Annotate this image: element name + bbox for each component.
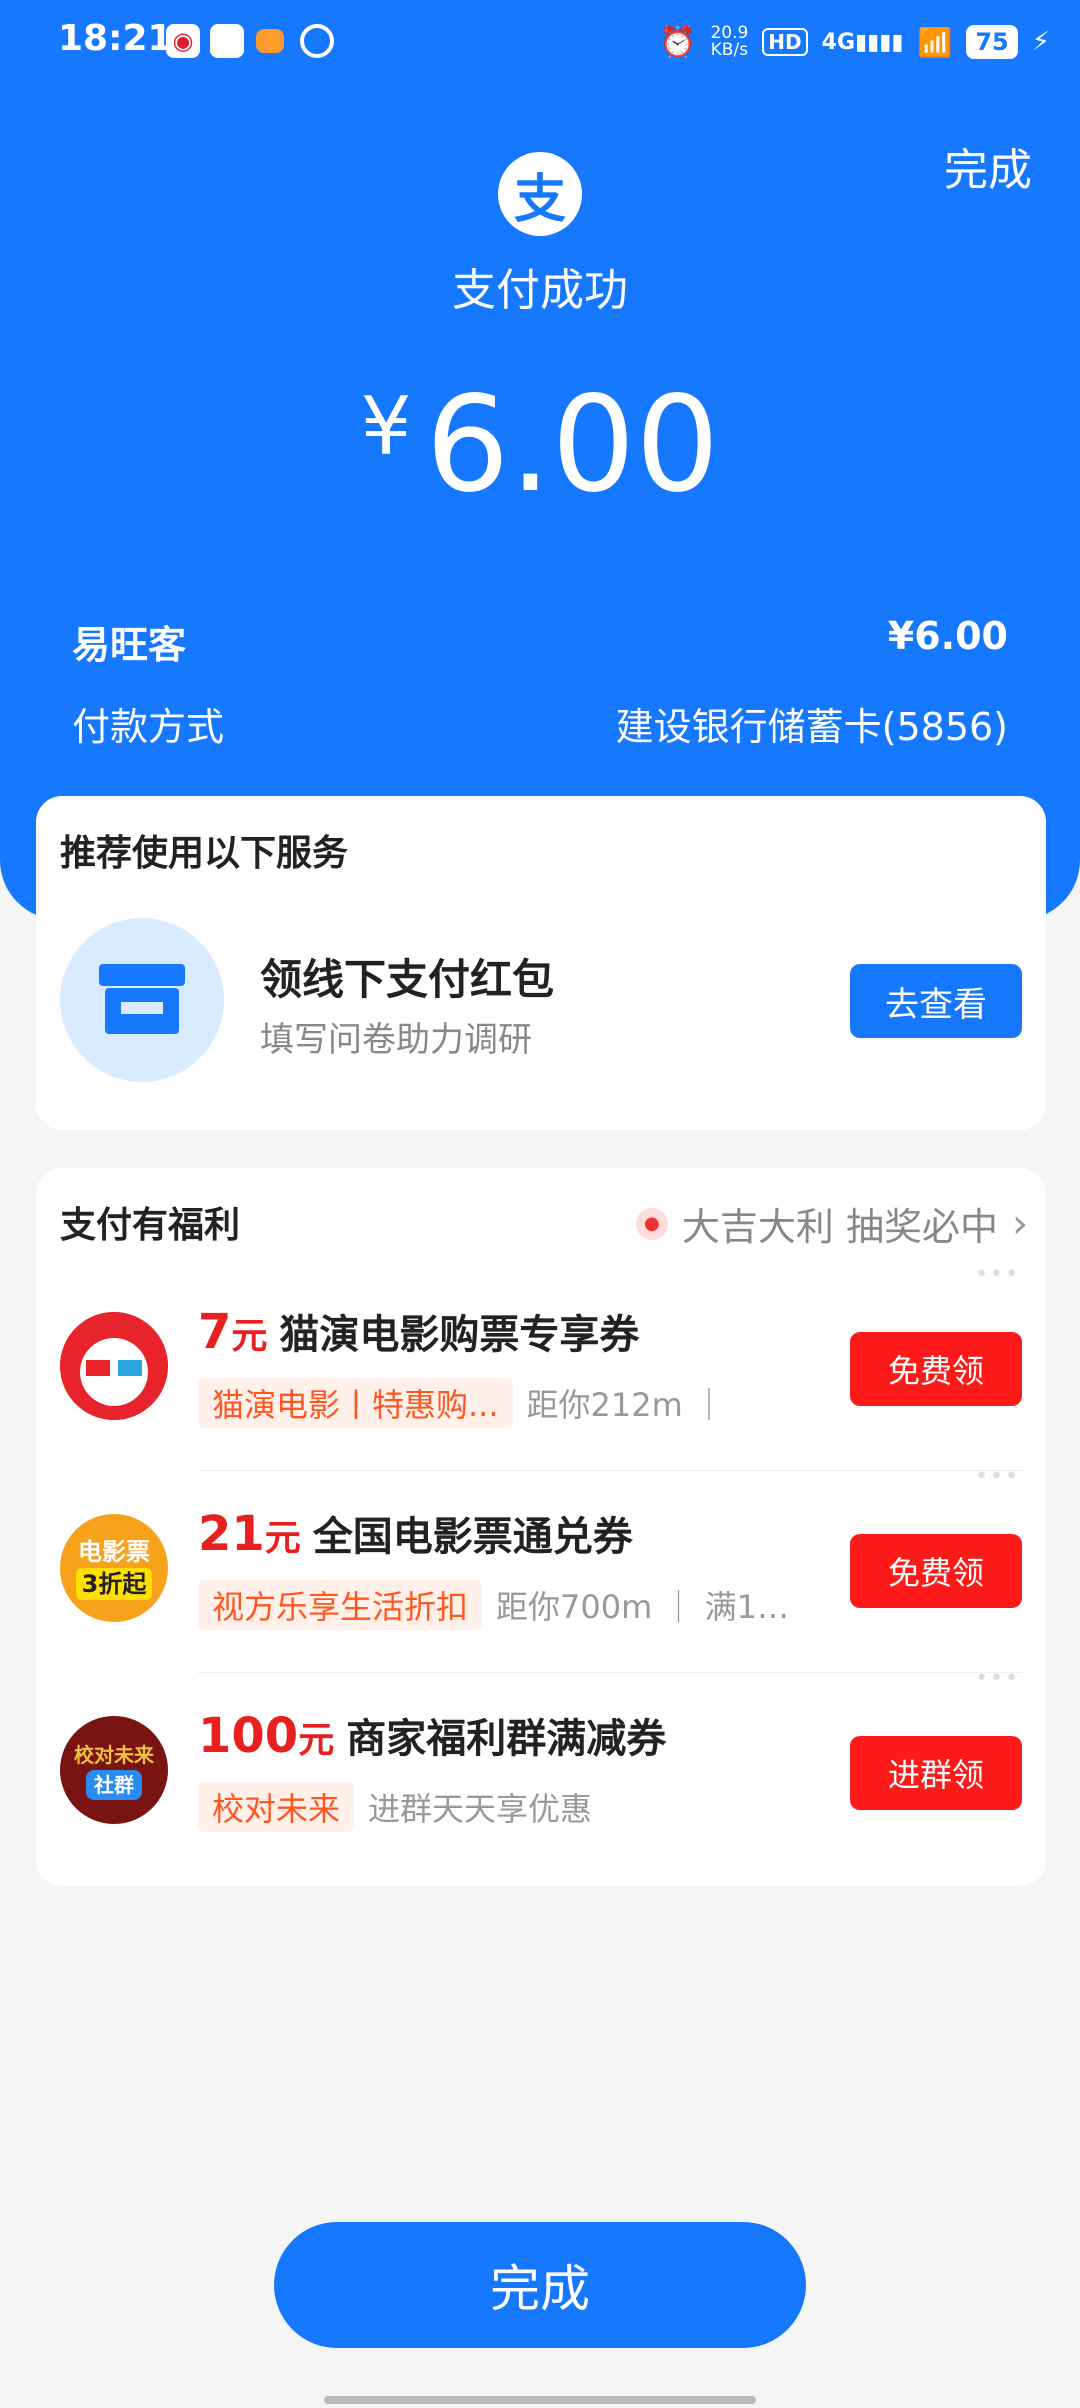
recommend-title: 推荐使用以下服务 <box>60 833 349 874</box>
payment-method-row: 付款方式 建设银行储蓄卡(5856) <box>72 696 1008 751</box>
coupon-item: ••• 电影票 3折起 21元 全国电影票通兑券 视方乐享生活折扣 距你700m … <box>36 1464 1046 1672</box>
payment-method-value: 建设银行储蓄卡(5856) <box>615 705 1008 749</box>
more-icon[interactable]: ••• <box>975 1666 1020 1691</box>
browser-icon <box>300 24 334 58</box>
home-indicator[interactable] <box>324 2396 756 2404</box>
status-bar: 18:21 ◉ ⏰ 20.9 KB/s HD 4G▮▮▮▮ 📶 75 ⚡ <box>0 0 1080 84</box>
coupon-meta: 距你212m ｜ <box>526 1386 725 1424</box>
payment-method-label: 付款方式 <box>72 705 225 749</box>
signal-icon: 4G▮▮▮▮ <box>821 29 904 55</box>
coupon-meta: 距你700m ｜ 满1… <box>496 1588 789 1626</box>
benefits-card: 支付有福利 ● 大吉大利 抽奖必中 › ••• 7元 猫演电影购票专享券 猫演电影… <box>36 1168 1046 1886</box>
movie-ticket-logo-icon: 电影票 3折起 <box>60 1514 168 1622</box>
divider <box>198 1470 1022 1471</box>
recommend-card: 推荐使用以下服务 领线下支付红包 填写问卷助力调研 去查看 <box>36 796 1046 1130</box>
charging-icon: ⚡ <box>1031 27 1050 57</box>
coupon-item: ••• 7元 猫演电影购票专享券 猫演电影丨特惠购... 距你212m ｜ 免费领 <box>36 1262 1046 1470</box>
lottery-text: 大吉大利 抽奖必中 <box>681 1205 998 1249</box>
network-speed: 20.9 KB/s <box>710 23 749 60</box>
done-button[interactable]: 完成 <box>274 2222 806 2348</box>
coupon-tag: 校对未来 <box>198 1782 355 1832</box>
coupon-title: 7元 猫演电影购票专享券 <box>198 1304 640 1360</box>
benefits-title: 支付有福利 <box>60 1205 241 1246</box>
weibo-icon: ◉ <box>166 24 200 58</box>
claim-button[interactable]: 免费领 <box>850 1332 1022 1406</box>
app-icon <box>210 24 244 58</box>
divider <box>198 1672 1022 1673</box>
merchant-amount: ¥6.00 <box>887 614 1008 658</box>
coupon-title: 100元 商家福利群满减券 <box>198 1708 667 1764</box>
coupon-tag: 猫演电影丨特惠购... <box>198 1378 513 1428</box>
merchant-row: 易旺客 ¥6.00 <box>72 614 1008 669</box>
alipay-logo-icon: 支 <box>498 152 582 236</box>
currency-symbol: ¥ <box>360 380 412 473</box>
wifi-icon: 📶 <box>917 25 953 59</box>
lottery-link[interactable]: ● 大吉大利 抽奖必中 › <box>635 1196 1028 1251</box>
coupon-title: 21元 全国电影票通兑券 <box>198 1506 633 1562</box>
shop-icon <box>60 918 224 1082</box>
group-logo-icon: 校对未来 社群 <box>60 1716 168 1824</box>
amount-value: 6.00 <box>425 368 720 522</box>
battery-icon: 75 <box>966 25 1018 59</box>
recommend-item-subtitle: 填写问卷助力调研 <box>260 1020 532 1060</box>
hd-badge: HD <box>762 28 808 56</box>
more-icon[interactable]: ••• <box>975 1464 1020 1489</box>
coupon-item: ••• 校对未来 社群 100元 商家福利群满减券 校对未来 进群天天享优惠 进群… <box>36 1666 1046 1874</box>
maoyan-logo-icon <box>60 1312 168 1420</box>
message-icon <box>256 29 284 53</box>
payment-status: 支付成功 <box>452 265 628 316</box>
more-icon[interactable]: ••• <box>975 1262 1020 1287</box>
gift-icon: ● <box>635 1207 668 1240</box>
alarm-icon: ⏰ <box>659 24 697 60</box>
coupon-tag: 视方乐享生活折扣 <box>198 1580 483 1630</box>
done-link-top[interactable]: 完成 <box>944 134 1032 198</box>
clock: 18:21 <box>58 18 173 59</box>
coupon-meta: 进群天天享优惠 <box>368 1790 593 1828</box>
claim-button[interactable]: 免费领 <box>850 1534 1022 1608</box>
view-button[interactable]: 去查看 <box>850 964 1022 1038</box>
merchant-name: 易旺客 <box>72 623 187 667</box>
chevron-right-icon: › <box>1012 1200 1028 1247</box>
payment-amount: ¥6.00 <box>0 368 1080 522</box>
recommend-item-title: 领线下支付红包 <box>260 955 555 1004</box>
join-group-button[interactable]: 进群领 <box>850 1736 1022 1810</box>
